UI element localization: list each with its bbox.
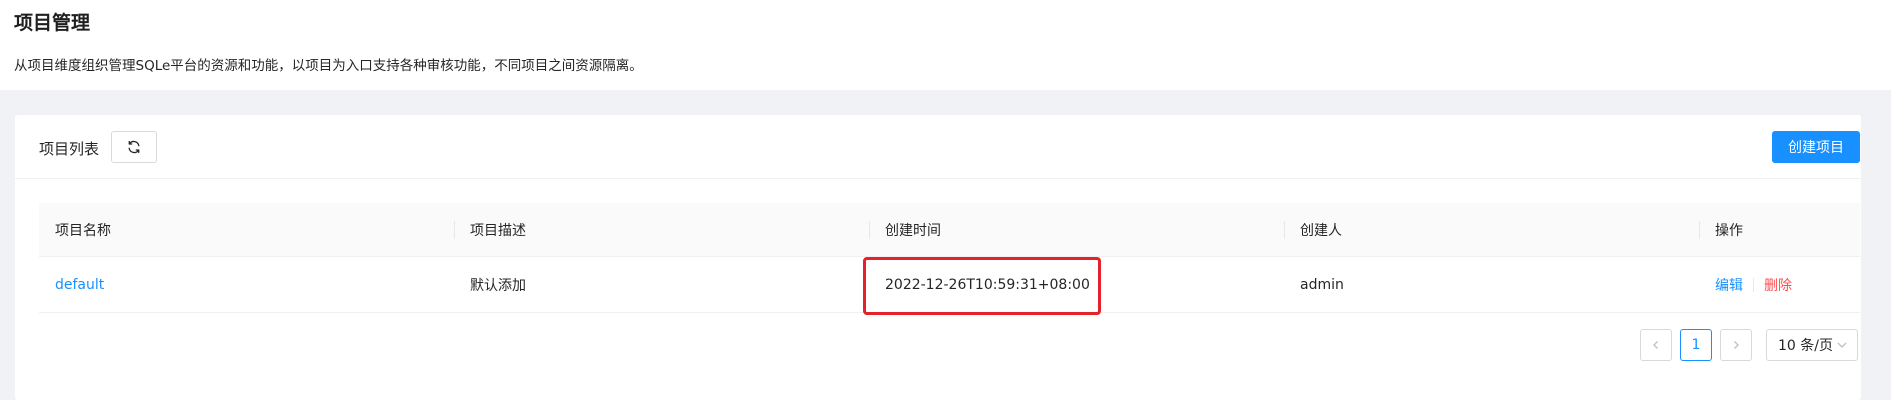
page-1-button[interactable]: 1 [1680,329,1712,361]
creator-cell: admin [1300,276,1344,293]
page-size-select[interactable]: 10 条/页 [1766,329,1858,361]
column-header-creator: 创建人 [1300,222,1342,239]
create-project-button[interactable]: 创建项目 [1772,131,1860,163]
actions-cell: 编辑 删除 [1699,257,1860,312]
column-header-created-at: 创建时间 [885,222,941,239]
project-description-cell: 默认添加 [470,277,526,294]
refresh-button[interactable] [111,131,157,163]
pagination: 1 10 条/页 [1640,329,1861,361]
card-header: 项目列表 创建项目 [15,115,1861,179]
table-header: 项目名称 项目描述 创建时间 创建人 操作 [39,203,1860,257]
chevron-left-icon [1653,341,1658,349]
project-name-link[interactable]: default [55,277,104,293]
edit-link[interactable]: 编辑 [1715,275,1743,295]
next-page-button[interactable] [1720,329,1752,361]
prev-page-button[interactable] [1640,329,1672,361]
action-divider [1753,277,1754,292]
chevron-right-icon [1734,341,1739,349]
project-name-cell: default [39,257,454,312]
column-header-name: 项目名称 [55,222,111,239]
delete-link[interactable]: 删除 [1764,275,1792,295]
page-title: 项目管理 [14,12,91,34]
page-size-value: 10 条/页 [1778,338,1833,354]
highlight-annotation-box [863,257,1101,315]
column-header-description: 项目描述 [470,222,526,239]
card-title: 项目列表 [39,140,100,158]
page-header: 项目管理 从项目维度组织管理SQLe平台的资源和功能，以项目为入口支持各种审核功… [0,0,1891,90]
refresh-icon [128,140,140,154]
page-description: 从项目维度组织管理SQLe平台的资源和功能，以项目为入口支持各种审核功能，不同项… [14,58,643,74]
chevron-down-icon [1837,342,1847,348]
column-header-actions: 操作 [1715,222,1743,239]
